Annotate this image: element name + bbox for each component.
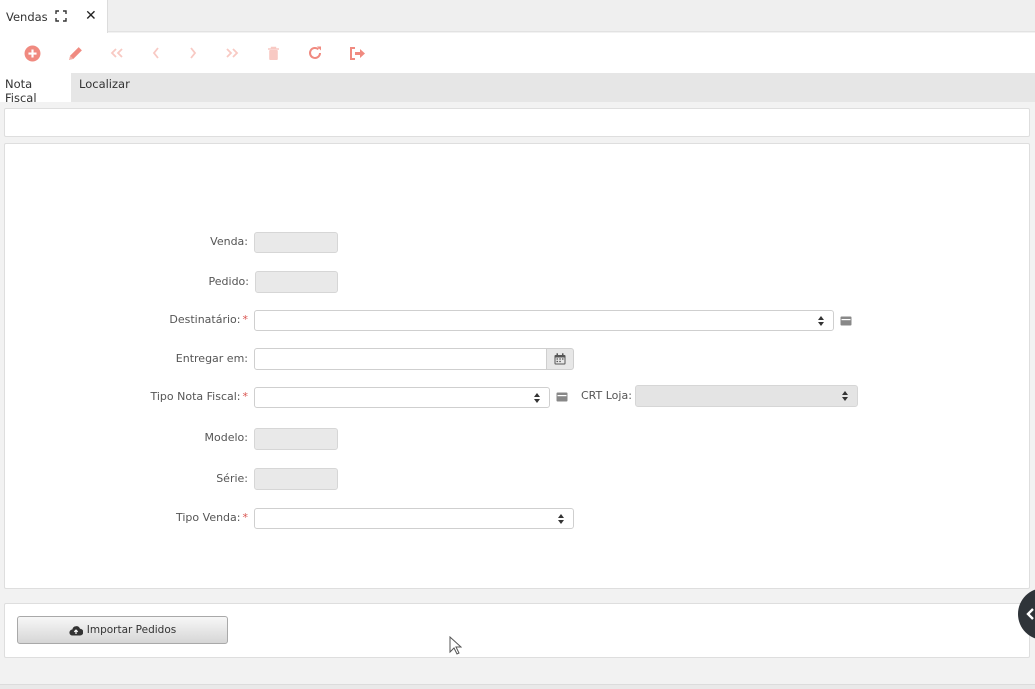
sort-arrows-icon: [842, 391, 848, 401]
required-marker: *: [242, 390, 249, 403]
tab-localizar[interactable]: Localizar: [74, 73, 135, 102]
edit-button[interactable]: [63, 41, 87, 65]
chevron-left-icon: [1026, 608, 1034, 620]
entregar-em-input[interactable]: [254, 348, 547, 370]
trash-icon: [267, 46, 279, 60]
window-tab-title: Vendas: [6, 9, 48, 24]
sort-arrows-icon: [818, 315, 824, 326]
serie-label: Série:: [216, 472, 248, 485]
chevron-left-icon: [152, 47, 159, 59]
required-marker: *: [242, 313, 249, 326]
modelo-label: Modelo:: [204, 431, 248, 444]
sort-arrows-icon: [558, 513, 564, 524]
bottom-divider: [0, 684, 1035, 689]
crt-loja-select: [635, 385, 858, 407]
previous-record-button[interactable]: [144, 41, 168, 65]
tipo-nota-fiscal-label-text: Tipo Nota Fiscal:: [150, 390, 241, 403]
pencil-icon: [68, 46, 82, 60]
list-icon[interactable]: [840, 316, 852, 326]
venda-label: Venda:: [210, 235, 248, 248]
tipo-nota-fiscal-select[interactable]: [254, 387, 550, 408]
content-tabs: Nota Fiscal Localizar: [0, 73, 1035, 105]
tipo-venda-select[interactable]: [254, 508, 574, 529]
calendar-icon: [554, 353, 566, 365]
crt-loja-label: CRT Loja:: [581, 389, 632, 402]
mouse-cursor-icon: [449, 636, 462, 655]
destinatario-label-text: Destinatário:: [169, 313, 241, 326]
serie-field: [254, 468, 338, 490]
last-record-button[interactable]: [220, 41, 244, 65]
import-orders-button[interactable]: Importar Pedidos: [17, 616, 228, 644]
refresh-icon: [309, 46, 321, 59]
first-record-button[interactable]: [105, 41, 129, 65]
tipo-venda-label-text: Tipo Venda:: [176, 511, 241, 524]
pedido-label: Pedido:: [208, 275, 249, 288]
list-icon[interactable]: [556, 392, 568, 402]
window-tab-vendas[interactable]: Vendas ✕: [0, 0, 108, 33]
destinatario-select[interactable]: [254, 310, 834, 331]
maximize-icon[interactable]: [55, 10, 67, 22]
venda-field: [254, 232, 338, 253]
next-record-button[interactable]: [181, 41, 205, 65]
chevron-right-icon: [190, 47, 197, 59]
close-icon[interactable]: ✕: [85, 8, 97, 24]
cloud-upload-icon: [69, 625, 83, 636]
required-marker: *: [242, 511, 249, 524]
entregar-em-label: Entregar em:: [175, 352, 248, 365]
modelo-field: [254, 428, 338, 450]
import-orders-label: Importar Pedidos: [86, 624, 177, 636]
double-chevron-right-icon: [226, 48, 239, 58]
tab-nota-fiscal[interactable]: Nota Fiscal: [0, 73, 71, 105]
refresh-button[interactable]: [303, 41, 327, 65]
destinatario-label: Destinatário: *: [169, 313, 248, 326]
plus-circle-icon: [24, 45, 40, 61]
add-button[interactable]: [20, 41, 44, 65]
window-tab-strip: Vendas ✕: [0, 0, 1035, 33]
exit-button[interactable]: [345, 41, 369, 65]
tipo-nota-fiscal-label: Tipo Nota Fiscal: *: [150, 390, 248, 403]
delete-button[interactable]: [261, 41, 285, 65]
tipo-venda-label: Tipo Venda: *: [176, 511, 248, 524]
sort-arrows-icon: [534, 392, 540, 403]
date-picker-button[interactable]: [546, 348, 574, 370]
filter-panel: [4, 108, 1030, 137]
toolbar: [0, 33, 1035, 73]
double-chevron-left-icon: [110, 48, 123, 58]
pedido-field: [255, 271, 338, 293]
sign-out-icon: [349, 46, 365, 60]
